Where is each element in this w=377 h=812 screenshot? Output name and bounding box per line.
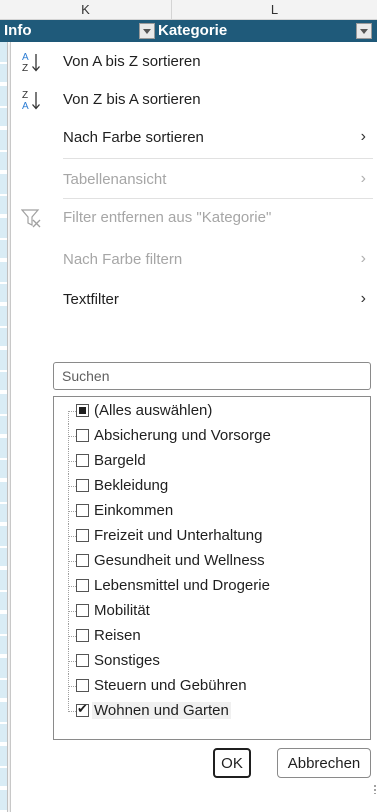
- table-header-row: Info Kategorie: [0, 20, 377, 42]
- list-item-label: Steuern und Gebühren: [94, 677, 247, 694]
- list-item-label: Gesundheit und Wellness: [94, 552, 265, 569]
- cancel-button[interactable]: Abbrechen: [277, 748, 371, 778]
- tree-line: [68, 661, 76, 662]
- tree-line: [68, 686, 76, 687]
- checkbox[interactable]: [76, 529, 89, 542]
- tree-line: [68, 711, 76, 712]
- checkbox[interactable]: [76, 479, 89, 492]
- menu-item-table-view: Tabellenansicht ›: [11, 164, 376, 196]
- grid-edge-cells: [0, 42, 8, 812]
- list-item-label: Reisen: [94, 627, 141, 644]
- menu-separator: [63, 198, 373, 199]
- list-item[interactable]: Mobilität: [54, 599, 370, 624]
- list-item[interactable]: Absicherung und Vorsorge: [54, 424, 370, 449]
- chevron-right-icon: ›: [360, 250, 366, 267]
- list-item[interactable]: Sonstiges: [54, 649, 370, 674]
- tree-line: [68, 611, 76, 612]
- chevron-down-icon: [360, 28, 368, 34]
- list-item[interactable]: Einkommen: [54, 499, 370, 524]
- menu-item-text-filter[interactable]: Textfilter ›: [11, 284, 376, 316]
- menu-item-label: Von A bis Z sortieren: [63, 53, 201, 70]
- chevron-right-icon: ›: [360, 290, 366, 307]
- list-item[interactable]: Gesundheit und Wellness: [54, 549, 370, 574]
- menu-item-sort-by-color[interactable]: Nach Farbe sortieren ›: [11, 122, 376, 154]
- column-header-l[interactable]: L: [172, 0, 377, 20]
- autofilter-menu: A Z Von A bis Z sortieren Z A Von Z bis …: [10, 42, 377, 812]
- search-input[interactable]: [53, 362, 371, 390]
- checkbox[interactable]: [76, 654, 89, 667]
- menu-item-clear-filter: Filter entfernen aus "Kategorie": [11, 202, 376, 234]
- checkbox[interactable]: [76, 604, 89, 617]
- list-item[interactable]: ✔ Wohnen und Garten: [54, 699, 370, 724]
- checkbox-checked[interactable]: ✔: [76, 702, 89, 717]
- menu-item-label: Filter entfernen aus "Kategorie": [63, 209, 272, 226]
- filter-dropdown-info-button[interactable]: [139, 23, 155, 39]
- column-header-k[interactable]: K: [0, 0, 172, 20]
- list-item-label: Bekleidung: [94, 477, 169, 494]
- chevron-right-icon: ›: [360, 128, 366, 145]
- list-item-label: Bargeld: [94, 452, 146, 469]
- list-item[interactable]: Bekleidung: [54, 474, 370, 499]
- chevron-right-icon: ›: [360, 170, 366, 187]
- checkbox[interactable]: [76, 554, 89, 567]
- ok-button[interactable]: OK: [213, 748, 251, 778]
- checkbox[interactable]: [76, 454, 89, 467]
- checkbox[interactable]: [76, 679, 89, 692]
- checkbox[interactable]: [76, 579, 89, 592]
- list-item-select-all[interactable]: (Alles auswählen): [54, 399, 370, 424]
- filter-values-list[interactable]: (Alles auswählen) Absicherung und Vorsor…: [53, 396, 371, 740]
- menu-item-label: Von Z bis A sortieren: [63, 91, 201, 108]
- svg-text:Z: Z: [22, 90, 28, 101]
- checkbox[interactable]: [76, 504, 89, 517]
- list-item[interactable]: Steuern und Gebühren: [54, 674, 370, 699]
- svg-text:A: A: [22, 52, 29, 63]
- checkbox[interactable]: [76, 429, 89, 442]
- list-item-label: (Alles auswählen): [94, 402, 213, 419]
- resize-grip-icon[interactable]: [373, 784, 377, 794]
- list-item-label: Einkommen: [94, 502, 174, 519]
- menu-item-label: Tabellenansicht: [63, 171, 167, 188]
- tree-line: [68, 586, 76, 587]
- sort-ascending-icon: A Z: [22, 52, 40, 74]
- list-item[interactable]: Lebensmittel und Drogerie: [54, 574, 370, 599]
- chevron-down-icon: [143, 28, 151, 34]
- tree-line: [68, 636, 76, 637]
- column-header-row: K L: [0, 0, 377, 20]
- list-item-label: Sonstiges: [94, 652, 160, 669]
- list-item[interactable]: Bargeld: [54, 449, 370, 474]
- menu-item-label: Textfilter: [63, 291, 119, 308]
- list-item-label: Wohnen und Garten: [92, 702, 231, 719]
- sort-descending-icon: Z A: [22, 90, 40, 112]
- svg-text:A: A: [22, 101, 29, 112]
- list-item-label: Mobilität: [94, 602, 150, 619]
- menu-item-filter-by-color: Nach Farbe filtern ›: [11, 244, 376, 276]
- menu-item-label: Nach Farbe filtern: [63, 251, 183, 268]
- list-item[interactable]: Reisen: [54, 624, 370, 649]
- filter-dropdown-kategorie-button[interactable]: [356, 23, 372, 39]
- tree-line: [68, 411, 76, 412]
- tree-line: [68, 411, 76, 424]
- menu-item-sort-za[interactable]: Z A Von Z bis A sortieren: [11, 84, 376, 116]
- tree-line: [68, 486, 76, 487]
- checkbox-partial[interactable]: [76, 404, 89, 417]
- menu-item-sort-az[interactable]: A Z Von A bis Z sortieren: [11, 46, 376, 78]
- menu-item-label: Nach Farbe sortieren: [63, 129, 204, 146]
- excel-window: K L Info Kategorie A Z Von A bis Z sorti…: [0, 0, 377, 812]
- header-info: Info: [4, 22, 32, 39]
- filter-clear-icon: [21, 209, 41, 228]
- svg-text:Z: Z: [22, 63, 28, 74]
- list-item-label: Absicherung und Vorsorge: [94, 427, 271, 444]
- menu-separator: [63, 158, 373, 159]
- list-item[interactable]: Freizeit und Unterhaltung: [54, 524, 370, 549]
- tree-line: [68, 536, 76, 537]
- tree-line: [68, 461, 76, 462]
- checkbox[interactable]: [76, 629, 89, 642]
- list-item-label: Freizeit und Unterhaltung: [94, 527, 263, 544]
- header-kategorie: Kategorie: [158, 22, 228, 39]
- tree-line: [68, 561, 76, 562]
- checkmark-icon: ✔: [77, 702, 88, 717]
- tree-line: [68, 436, 76, 437]
- list-item-label: Lebensmittel und Drogerie: [94, 577, 270, 594]
- tree-line: [68, 511, 76, 512]
